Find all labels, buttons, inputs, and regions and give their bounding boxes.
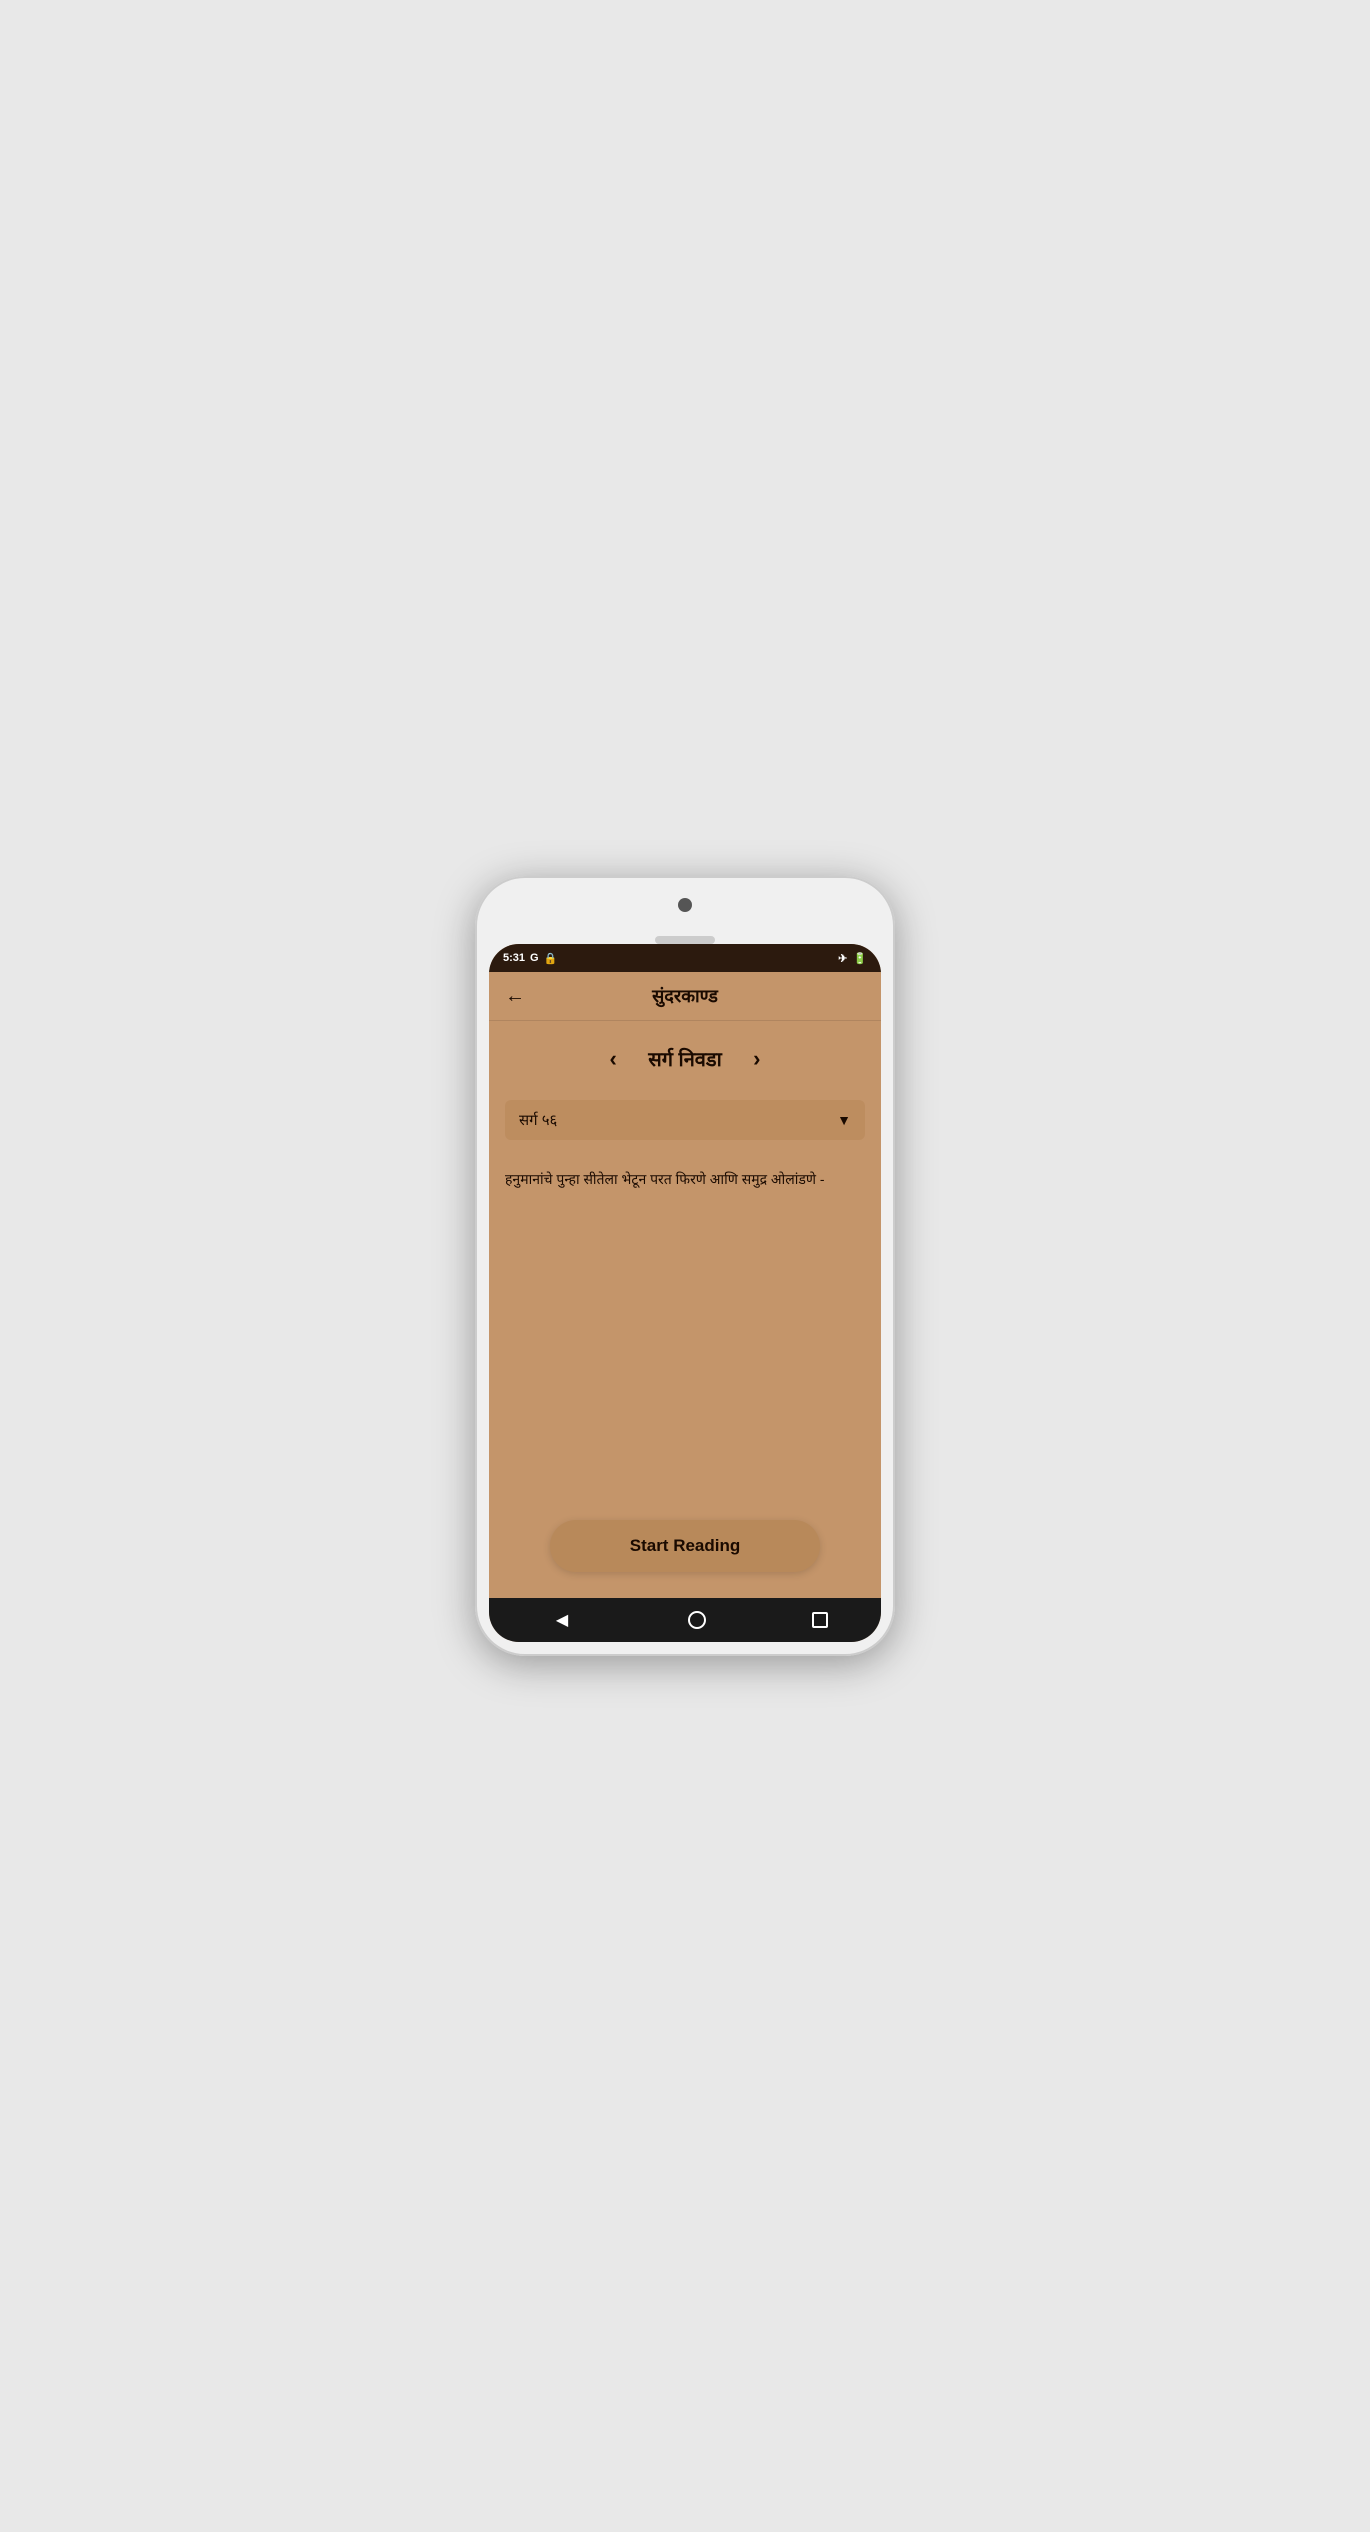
phone-device: 5:31 G 🔒 ✈ 🔋 ← सुंदरकाण्ड ‹ सर्ग निवडा › xyxy=(475,876,895,1656)
status-left: 5:31 G 🔒 xyxy=(503,952,557,965)
sarg-dropdown[interactable]: सर्ग ५६ ▼ xyxy=(505,1100,865,1140)
dropdown-selected-value: सर्ग ५६ xyxy=(519,1110,557,1130)
start-reading-button[interactable]: Start Reading xyxy=(550,1520,820,1572)
sarg-selector-title: सर्ग निवडा xyxy=(648,1045,722,1072)
prev-sarg-button[interactable]: ‹ xyxy=(598,1046,628,1072)
status-g-icon: G xyxy=(530,952,539,964)
status-right: ✈ 🔋 xyxy=(838,952,867,965)
nav-back-button[interactable]: ◀ xyxy=(542,1610,582,1630)
status-lock-icon: 🔒 xyxy=(544,952,558,965)
page-title: सुंदरकाण्ड xyxy=(652,984,718,1008)
nav-recents-button[interactable] xyxy=(812,1612,828,1628)
phone-speaker xyxy=(655,936,715,944)
battery-icon: 🔋 xyxy=(853,952,867,965)
back-button[interactable]: ← xyxy=(505,985,525,1008)
nav-home-button[interactable] xyxy=(688,1611,706,1629)
app-content: ‹ सर्ग निवडा › सर्ग ५६ ▼ हनुमानांचे पुन्… xyxy=(489,1021,881,1598)
next-sarg-button[interactable]: › xyxy=(742,1046,772,1072)
dropdown-arrow-icon: ▼ xyxy=(837,1112,851,1128)
phone-screen: 5:31 G 🔒 ✈ 🔋 ← सुंदरकाण्ड ‹ सर्ग निवडा › xyxy=(489,944,881,1642)
sarg-selector-header: ‹ सर्ग निवडा › xyxy=(505,1037,865,1080)
status-bar: 5:31 G 🔒 ✈ 🔋 xyxy=(489,944,881,972)
bottom-nav: ◀ xyxy=(489,1598,881,1642)
app-header: ← सुंदरकाण्ड xyxy=(489,972,881,1021)
status-time: 5:31 xyxy=(503,952,525,964)
phone-camera xyxy=(678,898,692,912)
airplane-icon: ✈ xyxy=(838,952,847,965)
sarg-description: हनुमानांचे पुन्हा सीतेला भेटून परत फिरणे… xyxy=(505,1164,865,1194)
